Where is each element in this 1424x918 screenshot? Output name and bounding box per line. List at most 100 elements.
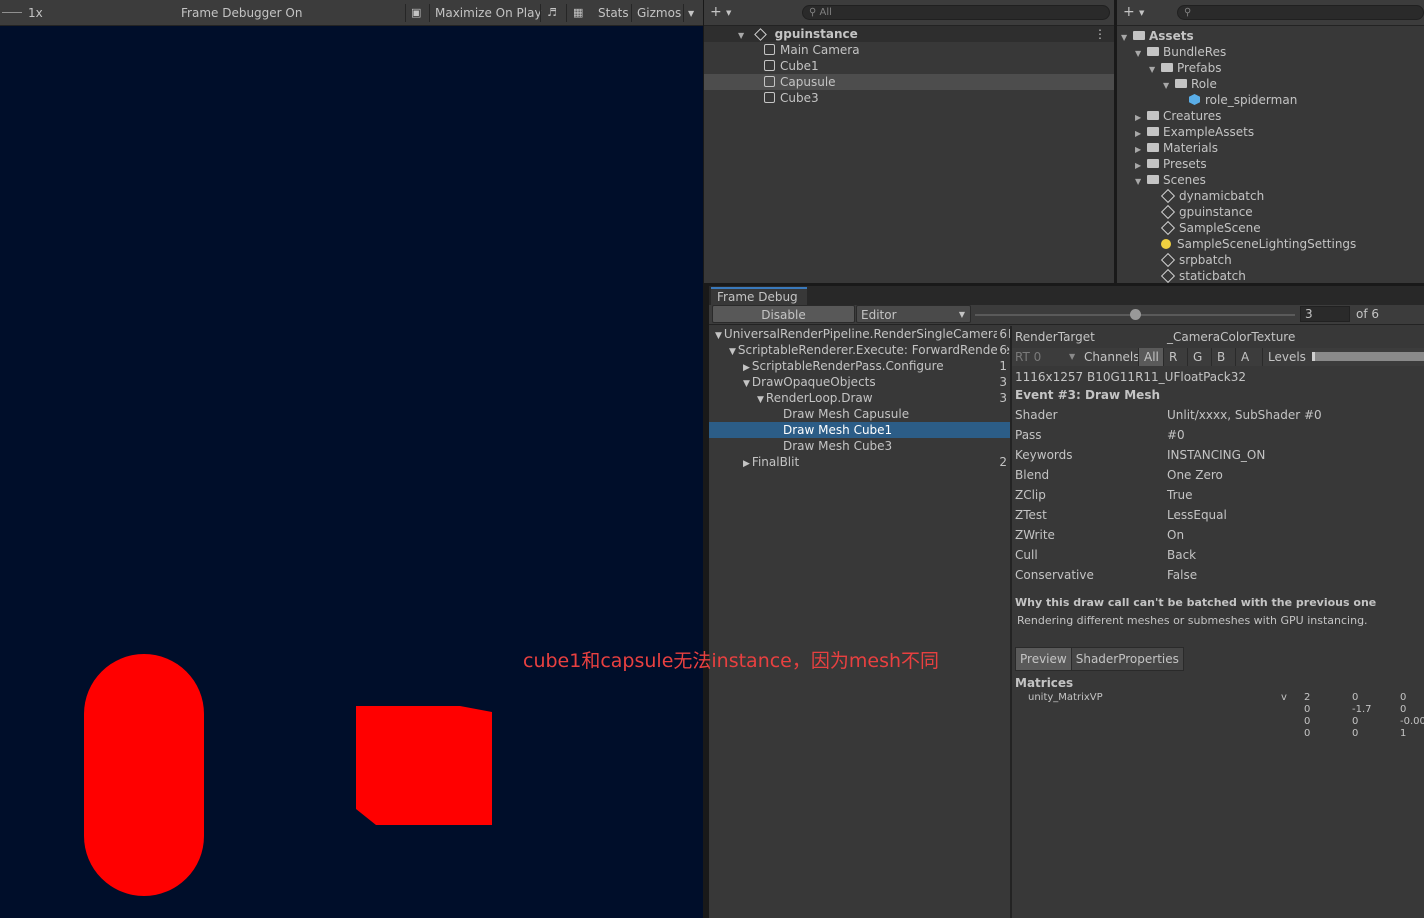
expand-arrow-icon[interactable]: ▼ — [1135, 174, 1147, 190]
event-slider-thumb[interactable] — [1130, 309, 1141, 320]
tree-item-label: Draw Mesh Capusule — [783, 407, 910, 421]
expand-arrow-icon[interactable]: ▼ — [1149, 62, 1161, 78]
project-item-lightingsettings[interactable]: SampleSceneLightingSettings — [1161, 236, 1356, 252]
disable-button[interactable]: Disable — [712, 305, 855, 323]
project-search-input[interactable]: ⚲ — [1177, 5, 1424, 20]
tree-item[interactable]: ▼ ScriptableRenderer.Execute: ForwardRend… — [709, 342, 1010, 358]
collapse-arrow-icon[interactable]: ▶ — [743, 459, 750, 469]
project-item-samplescene[interactable]: SampleScene — [1160, 220, 1261, 236]
more-options-icon[interactable]: ⋮ — [1094, 26, 1106, 42]
channel-b-button[interactable]: B — [1211, 348, 1230, 366]
channel-divider — [1262, 348, 1263, 366]
property-value: Unlit/xxxx, SubShader #0 — [1167, 408, 1322, 422]
chevron-down-icon[interactable]: ▼ — [1069, 352, 1075, 361]
project-item-scenes[interactable]: ▼ Scenes — [1135, 172, 1206, 188]
scale-slider-track[interactable] — [2, 12, 22, 13]
maximize-on-play-button[interactable]: Maximize On Play — [435, 6, 542, 20]
project-item-presets[interactable]: ▶ Presets — [1135, 156, 1207, 172]
unity-scene-icon — [1160, 252, 1176, 268]
collapse-arrow-icon[interactable]: ▶ — [743, 363, 750, 373]
add-icon[interactable]: + — [710, 4, 722, 20]
hierarchy-list: ▼ gpuinstance ⋮ Main Camera Cube1 Capusu… — [704, 26, 1114, 283]
project-item-label: Prefabs — [1177, 61, 1222, 75]
channel-all-button[interactable]: All — [1138, 348, 1164, 366]
gameobject-icon — [764, 44, 775, 55]
channel-r-button[interactable]: R — [1163, 348, 1182, 366]
expand-arrow-icon[interactable]: ▼ — [1163, 78, 1175, 94]
project-item-exampleassets[interactable]: ▶ ExampleAssets — [1135, 124, 1254, 140]
scene-row[interactable]: ▼ gpuinstance ⋮ — [704, 26, 1114, 42]
chevron-down-icon[interactable]: ▼ — [1139, 9, 1144, 17]
project-item-role-spiderman[interactable]: role_spiderman — [1189, 92, 1297, 108]
tree-item[interactable]: ▶ FinalBlit 2 — [709, 454, 1010, 470]
tab-preview[interactable]: Preview — [1016, 648, 1071, 670]
levels-slider[interactable] — [1312, 352, 1424, 361]
unity-scene-icon — [1160, 204, 1176, 220]
tab-frame-debug[interactable]: Frame Debug — [711, 287, 807, 307]
project-item-label: Creatures — [1163, 109, 1222, 123]
matrix-cell: -1.7 — [1352, 704, 1372, 715]
project-item-materials[interactable]: ▶ Materials — [1135, 140, 1218, 156]
tree-item[interactable]: ▼ DrawOpaqueObjects 3 — [709, 374, 1010, 390]
hierarchy-item-cube3[interactable]: Cube3 — [764, 90, 819, 106]
expand-arrow-icon[interactable]: ▼ — [757, 395, 764, 405]
event-index-field[interactable]: 3 — [1300, 306, 1350, 322]
project-item-srpbatch[interactable]: srpbatch — [1160, 252, 1232, 268]
property-value: INSTANCING_ON — [1167, 448, 1266, 462]
unity-scene-icon — [753, 28, 767, 41]
tree-item[interactable]: Draw Mesh Capusule — [709, 406, 1010, 422]
annotation-text: cube1和capsule无法instance，因为mesh不同 — [523, 650, 940, 672]
chevron-down-icon[interactable]: ▼ — [726, 9, 731, 17]
property-value: On — [1167, 528, 1185, 542]
project-item-gpuinstance[interactable]: gpuinstance — [1160, 204, 1253, 220]
tab-shader-properties[interactable]: ShaderProperties — [1070, 648, 1183, 670]
expand-arrow-icon[interactable]: ▼ — [1135, 46, 1147, 62]
expand-arrow-icon[interactable]: ▼ — [738, 28, 750, 44]
project-item-staticbatch[interactable]: staticbatch — [1160, 268, 1246, 283]
tree-item-selected[interactable]: Draw Mesh Cube1 — [709, 422, 1010, 438]
hierarchy-item-cube1[interactable]: Cube1 — [764, 58, 819, 74]
gizmos-button[interactable]: Gizmos — [637, 6, 681, 20]
grid-icon[interactable]: ▦ — [573, 6, 583, 19]
target-select[interactable]: Editor ▼ — [856, 305, 971, 323]
folder-icon — [1147, 175, 1159, 184]
hierarchy-search-input[interactable]: ⚲ All — [802, 5, 1110, 20]
project-item-role[interactable]: ▼ Role — [1163, 76, 1217, 92]
add-icon[interactable]: + — [1123, 4, 1135, 20]
expand-arrow-icon[interactable]: ▼ — [729, 347, 736, 357]
gameobject-icon — [764, 60, 775, 71]
tree-item[interactable]: Draw Mesh Cube3 — [709, 438, 1010, 454]
lightbulb-icon — [1161, 239, 1171, 249]
folder-icon — [1147, 111, 1159, 120]
project-item-label: SampleScene — [1179, 221, 1261, 235]
channel-g-button[interactable]: G — [1187, 348, 1207, 366]
project-item-assets[interactable]: ▼ Assets — [1121, 28, 1194, 44]
project-item-prefabs[interactable]: ▼ Prefabs — [1149, 60, 1222, 76]
rt-select[interactable]: RT 0 — [1015, 350, 1041, 364]
hierarchy-item-capusule[interactable]: Capusule — [704, 74, 1114, 90]
expand-arrow-icon[interactable]: ▼ — [743, 379, 750, 389]
project-item-label: Materials — [1163, 141, 1219, 155]
project-item-dynamicbatch[interactable]: dynamicbatch — [1160, 188, 1264, 204]
project-item-bundleres[interactable]: ▼ BundleRes — [1135, 44, 1226, 60]
project-item-label: Scenes — [1163, 173, 1206, 187]
hierarchy-item-main-camera[interactable]: Main Camera — [764, 42, 860, 58]
gizmos-dropdown-icon[interactable]: ▼ — [688, 9, 694, 18]
audio-icon[interactable]: ♬ — [547, 6, 557, 19]
tree-item[interactable]: ▼ RenderLoop.Draw 3 — [709, 390, 1010, 406]
tree-item[interactable]: ▶ ScriptableRenderPass.Configure 1 — [709, 358, 1010, 374]
unity-scene-icon — [1160, 268, 1176, 283]
scene-name: gpuinstance — [774, 27, 858, 41]
capsule-shape — [84, 654, 204, 896]
expand-arrow-icon[interactable]: ▼ — [1121, 30, 1133, 46]
channel-a-button[interactable]: A — [1235, 348, 1254, 366]
camera-icon[interactable]: ▣ — [411, 6, 421, 19]
toolbar-divider — [631, 4, 632, 22]
project-item-creatures[interactable]: ▶ Creatures — [1135, 108, 1221, 124]
stats-button[interactable]: Stats — [598, 6, 629, 20]
property-key: Shader — [1015, 408, 1058, 422]
unity-scene-icon — [1160, 188, 1176, 204]
expand-arrow-icon[interactable]: ▼ — [715, 331, 722, 341]
hierarchy-item-label: Cube3 — [780, 91, 819, 105]
tree-item[interactable]: ▼ UniversalRenderPipeline.RenderSingleCam… — [709, 326, 1010, 342]
